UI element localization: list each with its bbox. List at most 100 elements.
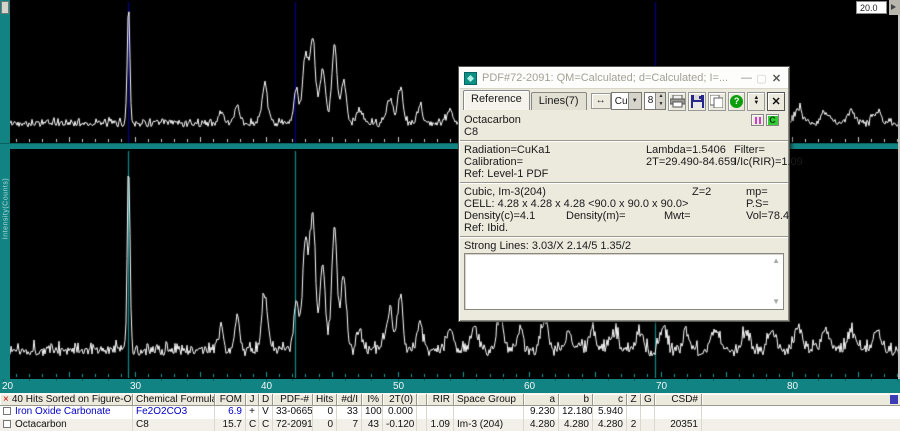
density-c-field: Density(c)=4.1 — [464, 210, 535, 222]
maximize-icon[interactable]: ▢ — [754, 72, 769, 85]
separator — [460, 182, 788, 184]
axis-minor-tick — [739, 379, 740, 381]
header-cell[interactable]: b — [559, 394, 593, 406]
axis-minor-tick — [345, 379, 346, 381]
header-cell[interactable]: G — [641, 394, 655, 406]
header-cell[interactable]: RIR — [427, 394, 454, 406]
help-button[interactable]: ? — [728, 92, 746, 111]
table-cell: C8 — [133, 419, 215, 431]
table-row[interactable]: OctacarbonC815.7CC72-20910743-0.1201.09I… — [0, 419, 900, 431]
table-cell — [627, 406, 641, 419]
axis-minor-tick — [608, 379, 609, 381]
header-cell[interactable]: Z — [627, 394, 641, 406]
table-cell: Octacarbon — [0, 419, 133, 431]
header-cell[interactable] — [417, 394, 427, 406]
header-cell[interactable]: Chemical Formula — [133, 394, 215, 406]
table-cell — [427, 406, 454, 419]
corner-control-fragment[interactable] — [889, 0, 900, 15]
scroll-down-icon[interactable]: ▼ — [772, 298, 780, 306]
header-cell[interactable]: I% — [362, 394, 383, 406]
app-window: Intensity(Counts) 20.0 20304050607080 ×4… — [0, 0, 900, 431]
header-cell[interactable]: FOM — [215, 394, 246, 406]
axis-minor-tick — [319, 379, 320, 381]
strip-button[interactable] — [1, 1, 9, 14]
axis-minor-tick — [897, 379, 898, 381]
table-cell — [641, 406, 655, 419]
table-cell: 2 — [627, 419, 641, 431]
header-cell[interactable]: Hits — [313, 394, 337, 406]
table-cell: Iron Oxide Carbonate — [0, 406, 133, 419]
header-cell[interactable]: PDF-# — [273, 394, 313, 406]
color-toggle[interactable]: C — [766, 114, 779, 126]
dialog-toolbar: Reference Lines(7) ↔ Cu ▼ 8 ▲▼ — [460, 89, 788, 112]
header-cell[interactable]: 2T(0) — [383, 394, 417, 406]
table-scroll-arrow[interactable] — [890, 395, 898, 404]
tab-reference[interactable]: Reference — [463, 90, 530, 110]
header-cell[interactable]: c — [593, 394, 627, 406]
table-cell: 15.7 — [215, 419, 246, 431]
axis-tick-label: 30 — [130, 381, 141, 392]
header-cell[interactable]: Space Group — [454, 394, 524, 406]
table-cell — [417, 406, 427, 419]
mwt-field: Mwt= — [664, 210, 691, 222]
axis-minor-tick — [503, 379, 504, 381]
scroll-up-icon[interactable]: ▲ — [772, 257, 780, 265]
table-cell: C — [246, 419, 259, 431]
chevron-down-icon[interactable]: ▼ — [628, 93, 641, 109]
dialog-titlebar[interactable]: PDF#72-2091: QM=Calculated; d=Calculated… — [460, 68, 788, 89]
cell-field: CELL: 4.28 x 4.28 x 4.28 <90.0 x 90.0 x … — [464, 198, 688, 210]
header-cell[interactable]: D — [259, 394, 273, 406]
close-icon[interactable]: ✕ — [769, 72, 784, 85]
axis-minor-tick — [818, 379, 819, 381]
close-card-button[interactable]: ✕ — [767, 92, 785, 111]
table-cell: 7 — [337, 419, 362, 431]
header-cell[interactable] — [702, 394, 900, 406]
save-button[interactable] — [688, 92, 706, 111]
comments-box[interactable]: ▲ ▼ — [464, 253, 784, 310]
lambda-field: Lambda=1.5406 — [646, 144, 726, 156]
table-cell: 33-0665 — [273, 406, 313, 419]
axis-minor-tick — [582, 379, 583, 381]
table-cell — [702, 419, 900, 431]
pdf-card-icon — [464, 72, 477, 85]
table-cell: 33 — [337, 406, 362, 419]
axis-minor-tick — [871, 379, 872, 381]
axis-minor-tick — [187, 379, 188, 381]
axis-minor-tick — [29, 379, 30, 381]
table-cell: 100 — [362, 406, 383, 419]
axis-minor-tick — [82, 379, 83, 381]
phase-formula: C8 — [464, 126, 478, 138]
minimize-icon[interactable]: — — [739, 72, 754, 84]
spin-down-icon[interactable]: ▼ — [656, 101, 665, 109]
header-cell[interactable]: a — [524, 394, 559, 406]
line-width-icon[interactable]: ↔ — [591, 93, 611, 109]
axis-minor-tick — [161, 379, 162, 381]
header-cell[interactable]: ×40 Hits Sorted on Figure-Of-M... — [0, 394, 133, 406]
copy-button[interactable] — [708, 92, 726, 111]
phase-name: Octacarbon — [464, 114, 521, 126]
row-checkbox[interactable] — [3, 407, 11, 415]
table-row[interactable]: Iron Oxide CarbonateFe2O2CO36.9+V33-0665… — [0, 406, 900, 419]
print-button[interactable] — [668, 92, 686, 111]
x-axis-bar: 20304050607080 — [0, 379, 900, 393]
zoom-value-box[interactable]: 20.0 — [856, 1, 887, 14]
header-cell[interactable]: J — [246, 394, 259, 406]
table-cell: 0.000 — [383, 406, 417, 419]
table-cell: 43 — [362, 419, 383, 431]
spin-up-icon[interactable]: ▲ — [656, 93, 665, 101]
rir-field: I/Ic(RIR)=1.09 — [734, 156, 803, 168]
z-field: Z=2 — [692, 186, 711, 198]
intensity-bars-toggle[interactable] — [751, 114, 764, 126]
axis-tick-label: 70 — [656, 381, 667, 392]
row-checkbox[interactable] — [3, 420, 11, 428]
table-cell: 1.09 — [427, 419, 454, 431]
anode-select[interactable]: Cu ▼ — [611, 92, 642, 110]
scroll-cards-button[interactable]: ▲▼ — [747, 92, 765, 111]
decimals-spinner[interactable]: 8 ▲▼ — [644, 92, 667, 110]
header-cell[interactable]: CSD# — [655, 394, 702, 406]
ps-field: P.S= — [746, 198, 769, 210]
table-cell: Im-3 (204) — [454, 419, 524, 431]
dialog-title: PDF#72-2091: QM=Calculated; d=Calculated… — [482, 72, 739, 84]
header-cell[interactable]: #d/I — [337, 394, 362, 406]
tab-lines[interactable]: Lines(7) — [531, 92, 587, 110]
